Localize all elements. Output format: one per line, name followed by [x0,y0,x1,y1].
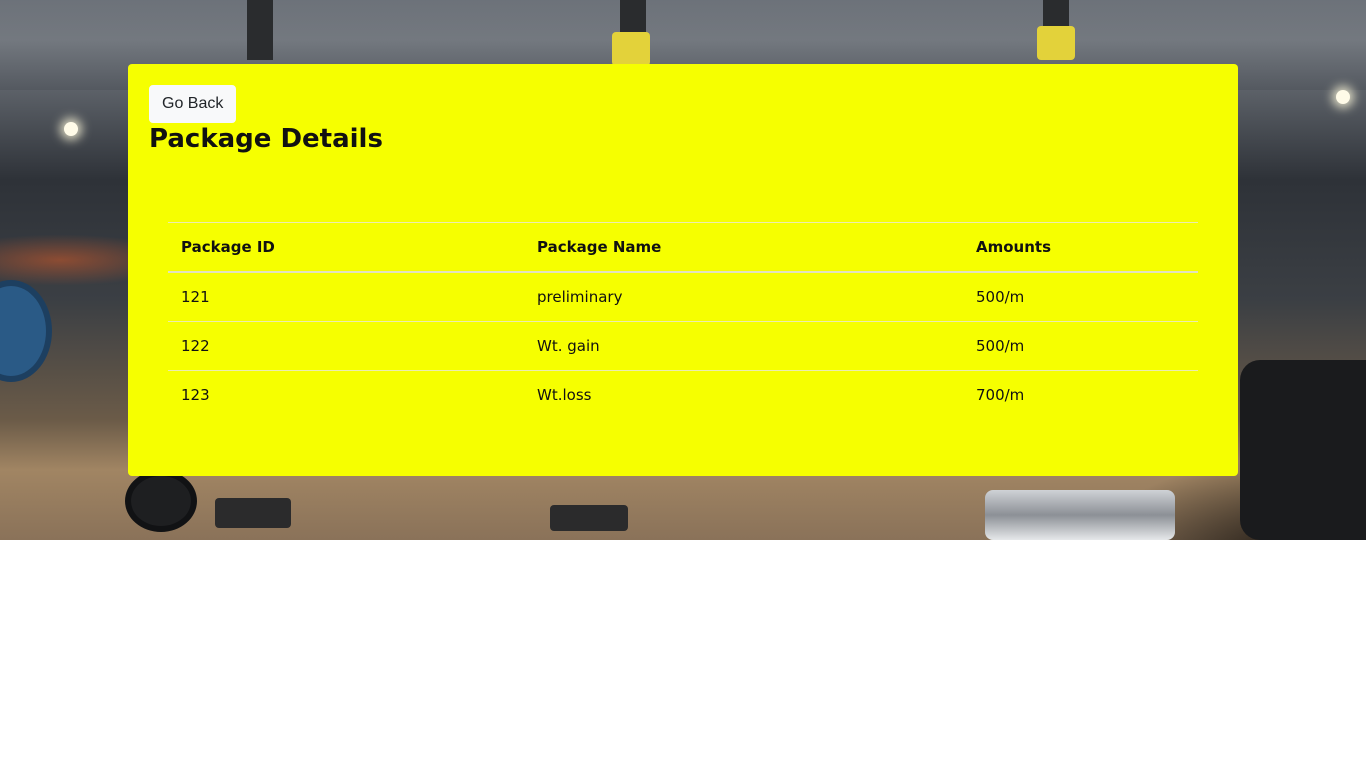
weight-plate [125,470,197,532]
cell-package-name: preliminary [537,288,623,306]
cell-package-name: Wt.loss [537,386,592,404]
cell-package-name: Wt. gain [537,337,600,355]
dumbbell [215,498,291,528]
cell-package-id: 122 [181,337,210,355]
column-header-amounts: Amounts [976,238,1051,256]
table-body: 121 preliminary 500/m 122 Wt. gain 500/m… [168,272,1198,419]
table-header: Package ID Package Name Amounts [168,222,1198,272]
package-details-card: Go Back Package Details Package ID Packa… [128,64,1238,476]
table-header-row: Package ID Package Name Amounts [168,222,1198,272]
strap-clip [612,32,650,66]
column-header-package-id: Package ID [181,238,275,256]
suspension-strap [247,0,273,60]
page-title: Package Details [149,124,383,154]
strap-clip [1037,26,1075,60]
cell-amount: 700/m [976,386,1025,404]
table-row: 122 Wt. gain 500/m [168,322,1198,371]
table-row: 121 preliminary 500/m [168,272,1198,322]
cell-amount: 500/m [976,337,1025,355]
cell-package-id: 121 [181,288,210,306]
ceiling-light [64,122,78,136]
packages-table: Package ID Package Name Amounts 121 prel… [168,222,1198,419]
packages-table-container: Package ID Package Name Amounts 121 prel… [168,222,1198,419]
table-row: 123 Wt.loss 700/m [168,371,1198,420]
cell-amount: 500/m [976,288,1025,306]
dumbbell [550,505,628,531]
barbell [985,490,1175,540]
ceiling-light [1336,90,1350,104]
bench [1240,360,1366,540]
column-header-package-name: Package Name [537,238,662,256]
go-back-button[interactable]: Go Back [149,85,237,123]
cell-package-id: 123 [181,386,210,404]
weight-plate [0,280,52,382]
